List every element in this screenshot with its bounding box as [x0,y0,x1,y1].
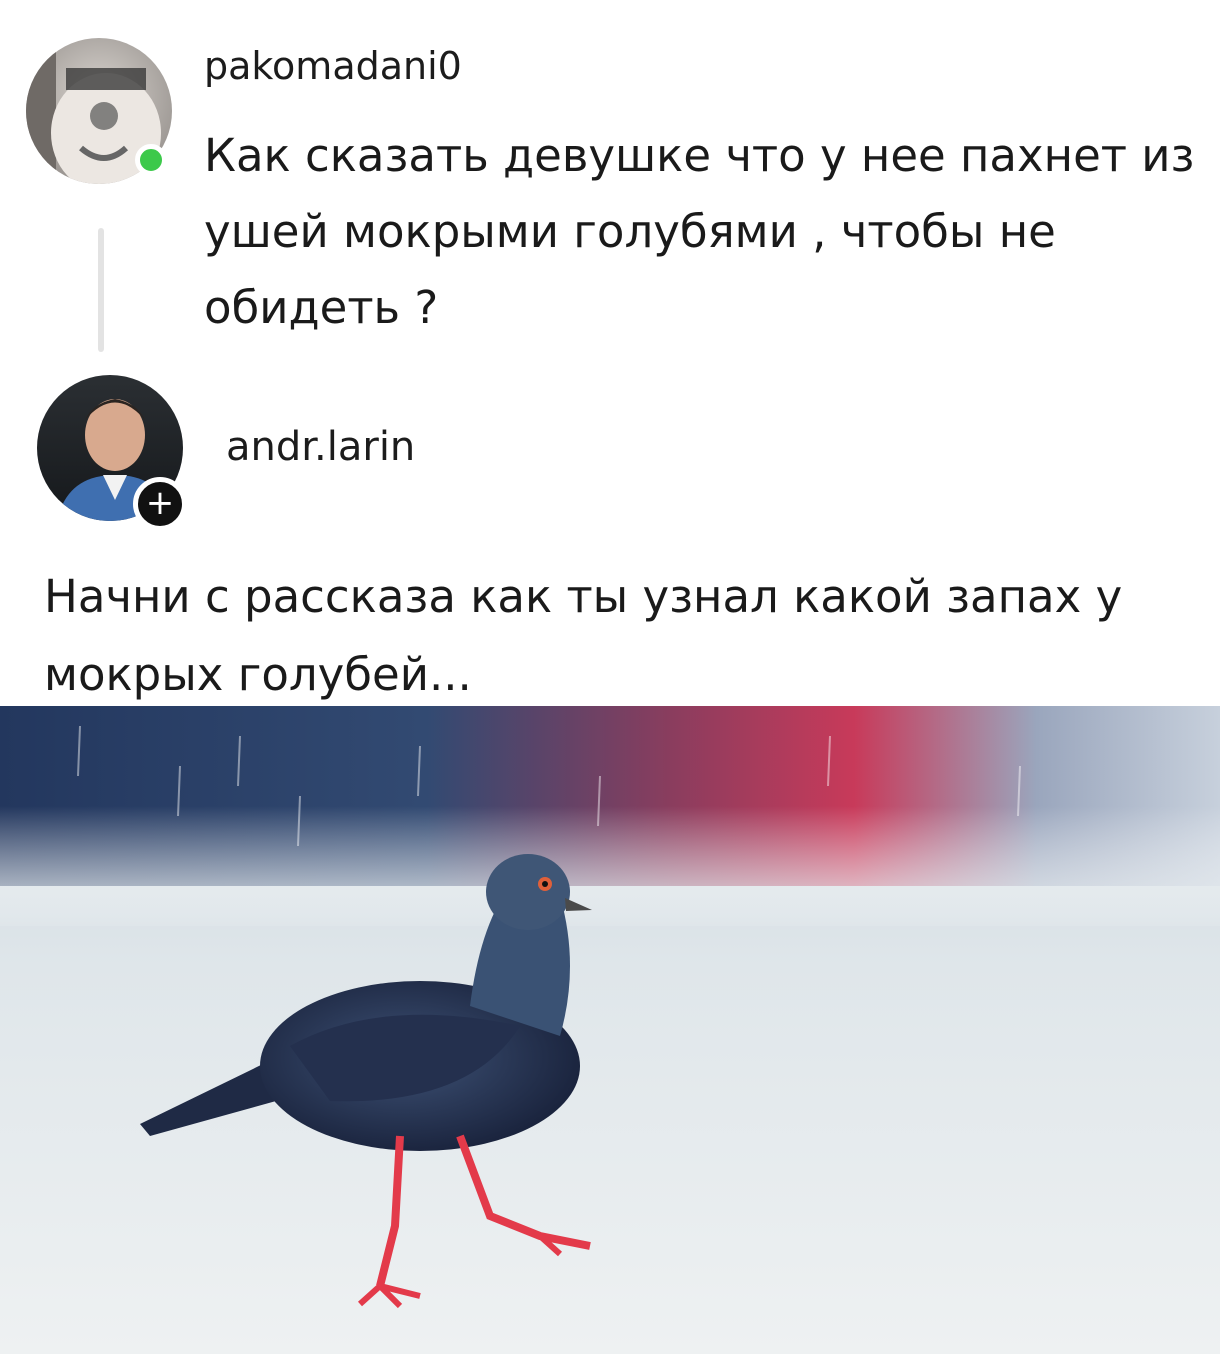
original-comment: pakomadani0 Как сказать девушке что у не… [0,0,1220,370]
comment-text: Как сказать девушке что у нее пахнет из … [204,129,1195,334]
pigeon-illustration [0,706,1220,1354]
thread-line [98,228,104,352]
reply-text: Начни с рассказа как ты узнал какой запа… [44,570,1123,701]
online-status-dot [135,144,167,176]
plus-icon: + [145,483,175,523]
reply-username[interactable]: andr.larin [226,424,415,470]
comment-username[interactable]: pakomadani0 [204,44,462,88]
follow-button[interactable]: + [133,477,187,531]
pigeon-photo[interactable] [0,706,1220,1354]
